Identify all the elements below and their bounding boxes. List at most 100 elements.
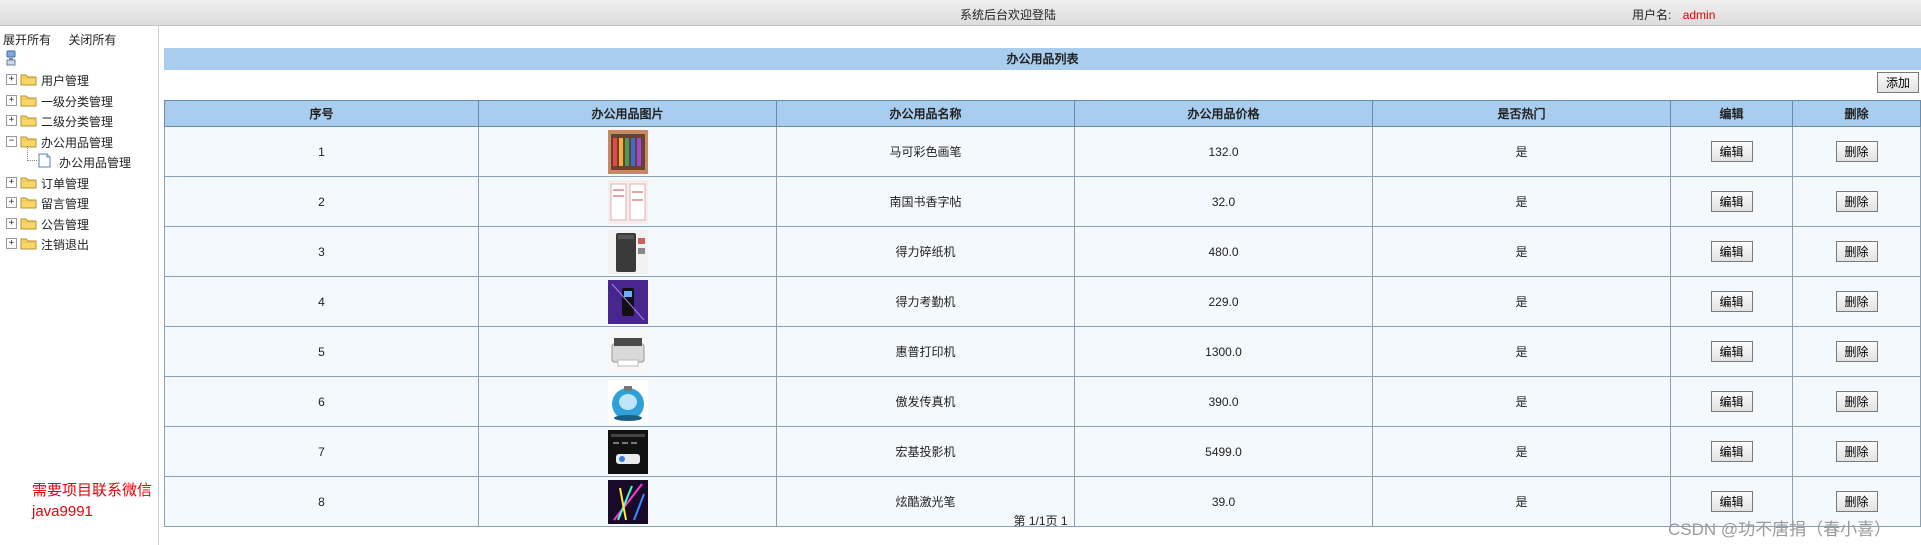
expand-toggle-icon[interactable]: + — [6, 217, 17, 229]
edit-button[interactable]: 编辑 — [1710, 441, 1753, 462]
fax-machine-image — [607, 379, 648, 424]
edit-button[interactable]: 编辑 — [1710, 141, 1753, 162]
expand-toggle-icon[interactable]: + — [6, 74, 17, 85]
delete-button[interactable]: 删除 — [1835, 191, 1878, 212]
collapse-all-link[interactable]: 关闭所有 — [68, 33, 116, 47]
delete-button[interactable]: 删除 — [1835, 291, 1878, 312]
sidebar: 展开所有 关闭所有 + 用户管理 + 一级分类管理 + 二级分类管理 − 办公用品管理 办公用品… — [0, 26, 159, 545]
folder-icon — [20, 93, 37, 107]
folder-icon — [20, 72, 37, 86]
delete-cell: 删除 — [1792, 126, 1921, 177]
top-bar: 系统后台欢迎登陆 用户名: admin — [0, 0, 1921, 26]
product-price: 132.0 — [1074, 126, 1373, 177]
image-cell — [478, 126, 777, 177]
sidebar-item-label: 订单管理 — [41, 176, 90, 191]
folder-icon — [20, 195, 37, 209]
row-number: 4 — [164, 276, 479, 327]
sidebar-item-label: 注销退出 — [41, 238, 90, 252]
image-cell — [478, 376, 777, 427]
shredder-image — [607, 229, 648, 274]
collapse-toggle-icon[interactable]: − — [6, 135, 17, 147]
sidebar-item-label: 留言管理 — [41, 197, 90, 211]
delete-cell: 删除 — [1792, 326, 1921, 377]
table-row: 7 宏基投影机 5499.0 是 编辑 删除 — [164, 426, 1921, 477]
delete-cell: 删除 — [1792, 226, 1921, 277]
page-title: 办公用品列表 — [164, 48, 1921, 70]
column-header-edit: 编辑 — [1670, 100, 1793, 127]
product-name: 得力考勤机 — [776, 276, 1075, 327]
add-button[interactable]: 添加 — [1877, 72, 1919, 93]
image-cell — [478, 426, 777, 477]
product-name: 马可彩色画笔 — [776, 126, 1075, 177]
user-info: 用户名: admin — [1632, 6, 1715, 23]
product-price: 32.0 — [1074, 176, 1373, 227]
tree-actions: 展开所有 关闭所有 — [3, 31, 130, 48]
expand-toggle-icon[interactable]: + — [6, 238, 17, 249]
folder-icon — [20, 236, 37, 250]
column-header-no: 序号 — [164, 100, 479, 127]
image-cell — [478, 226, 777, 277]
expand-all-link[interactable]: 展开所有 — [3, 33, 51, 47]
row-number: 7 — [164, 426, 479, 477]
folder-icon — [20, 216, 37, 230]
expand-toggle-icon[interactable]: + — [6, 197, 17, 208]
delete-button[interactable]: 删除 — [1835, 241, 1878, 262]
edit-cell: 编辑 — [1670, 226, 1793, 277]
product-price: 229.0 — [1074, 276, 1373, 327]
table-row: 5 惠普打印机 1300.0 是 编辑 删除 — [164, 326, 1921, 377]
delete-cell: 删除 — [1792, 276, 1921, 327]
edit-button[interactable]: 编辑 — [1710, 241, 1753, 262]
column-header-name: 办公用品名称 — [776, 100, 1075, 127]
table-row: 3 得力碎纸机 480.0 是 编辑 删除 — [164, 226, 1921, 277]
expand-toggle-icon[interactable]: + — [6, 176, 17, 188]
product-price: 5499.0 — [1074, 426, 1373, 477]
sidebar-item-label: 办公用品管理 — [41, 135, 114, 150]
product-name: 南国书香字帖 — [776, 176, 1075, 227]
expand-toggle-icon[interactable]: + — [6, 115, 17, 126]
table-row: 6 傲发传真机 390.0 是 编辑 删除 — [164, 376, 1921, 427]
edit-button[interactable]: 编辑 — [1710, 391, 1753, 412]
computer-root-icon — [6, 50, 16, 66]
product-hot: 是 — [1372, 376, 1671, 427]
delete-button[interactable]: 删除 — [1835, 441, 1878, 462]
table-row: 2 南国书香字帖 32.0 是 编辑 删除 — [164, 176, 1921, 227]
product-hot: 是 — [1372, 426, 1671, 477]
colored-pencils-image — [607, 129, 648, 174]
sidebar-item-label: 一级分类管理 — [41, 94, 114, 109]
contact-note: 需要项目联系微信java9991 — [32, 482, 153, 520]
delete-button[interactable]: 删除 — [1835, 341, 1878, 362]
row-number: 5 — [164, 326, 479, 377]
product-price: 390.0 — [1074, 376, 1373, 427]
product-price: 480.0 — [1074, 226, 1373, 277]
delete-button[interactable]: 删除 — [1835, 491, 1878, 512]
edit-cell: 编辑 — [1670, 426, 1793, 477]
product-name: 得力碎纸机 — [776, 226, 1075, 277]
table-header-row: 序号 办公用品图片 办公用品名称 办公用品价格 是否热门 编辑 删除 — [164, 100, 1921, 127]
edit-cell: 编辑 — [1670, 376, 1793, 427]
edit-button[interactable]: 编辑 — [1710, 491, 1753, 512]
attendance-machine-image — [607, 279, 648, 324]
tree-connector — [27, 146, 37, 161]
delete-button[interactable]: 删除 — [1835, 141, 1878, 162]
column-header-price: 办公用品价格 — [1074, 100, 1373, 127]
product-hot: 是 — [1372, 276, 1671, 327]
sidebar-item-label: 二级分类管理 — [41, 115, 114, 129]
projector-image — [607, 429, 648, 474]
edit-cell: 编辑 — [1670, 176, 1793, 227]
product-name: 傲发传真机 — [776, 376, 1075, 427]
expand-toggle-icon[interactable]: + — [6, 94, 17, 106]
edit-cell: 编辑 — [1670, 326, 1793, 377]
edit-button[interactable]: 编辑 — [1710, 341, 1753, 362]
edit-button[interactable]: 编辑 — [1710, 191, 1753, 212]
image-cell — [478, 276, 777, 327]
delete-cell: 删除 — [1792, 176, 1921, 227]
user-label: 用户名: — [1632, 8, 1672, 22]
product-hot: 是 — [1372, 326, 1671, 377]
delete-button[interactable]: 删除 — [1835, 391, 1878, 412]
product-table: 序号 办公用品图片 办公用品名称 办公用品价格 是否热门 编辑 删除 1 马可彩色… — [164, 100, 1921, 527]
copybook-image — [607, 179, 648, 224]
edit-button[interactable]: 编辑 — [1710, 291, 1753, 312]
edit-cell: 编辑 — [1670, 126, 1793, 177]
folder-icon — [20, 113, 37, 127]
row-number: 2 — [164, 176, 479, 227]
